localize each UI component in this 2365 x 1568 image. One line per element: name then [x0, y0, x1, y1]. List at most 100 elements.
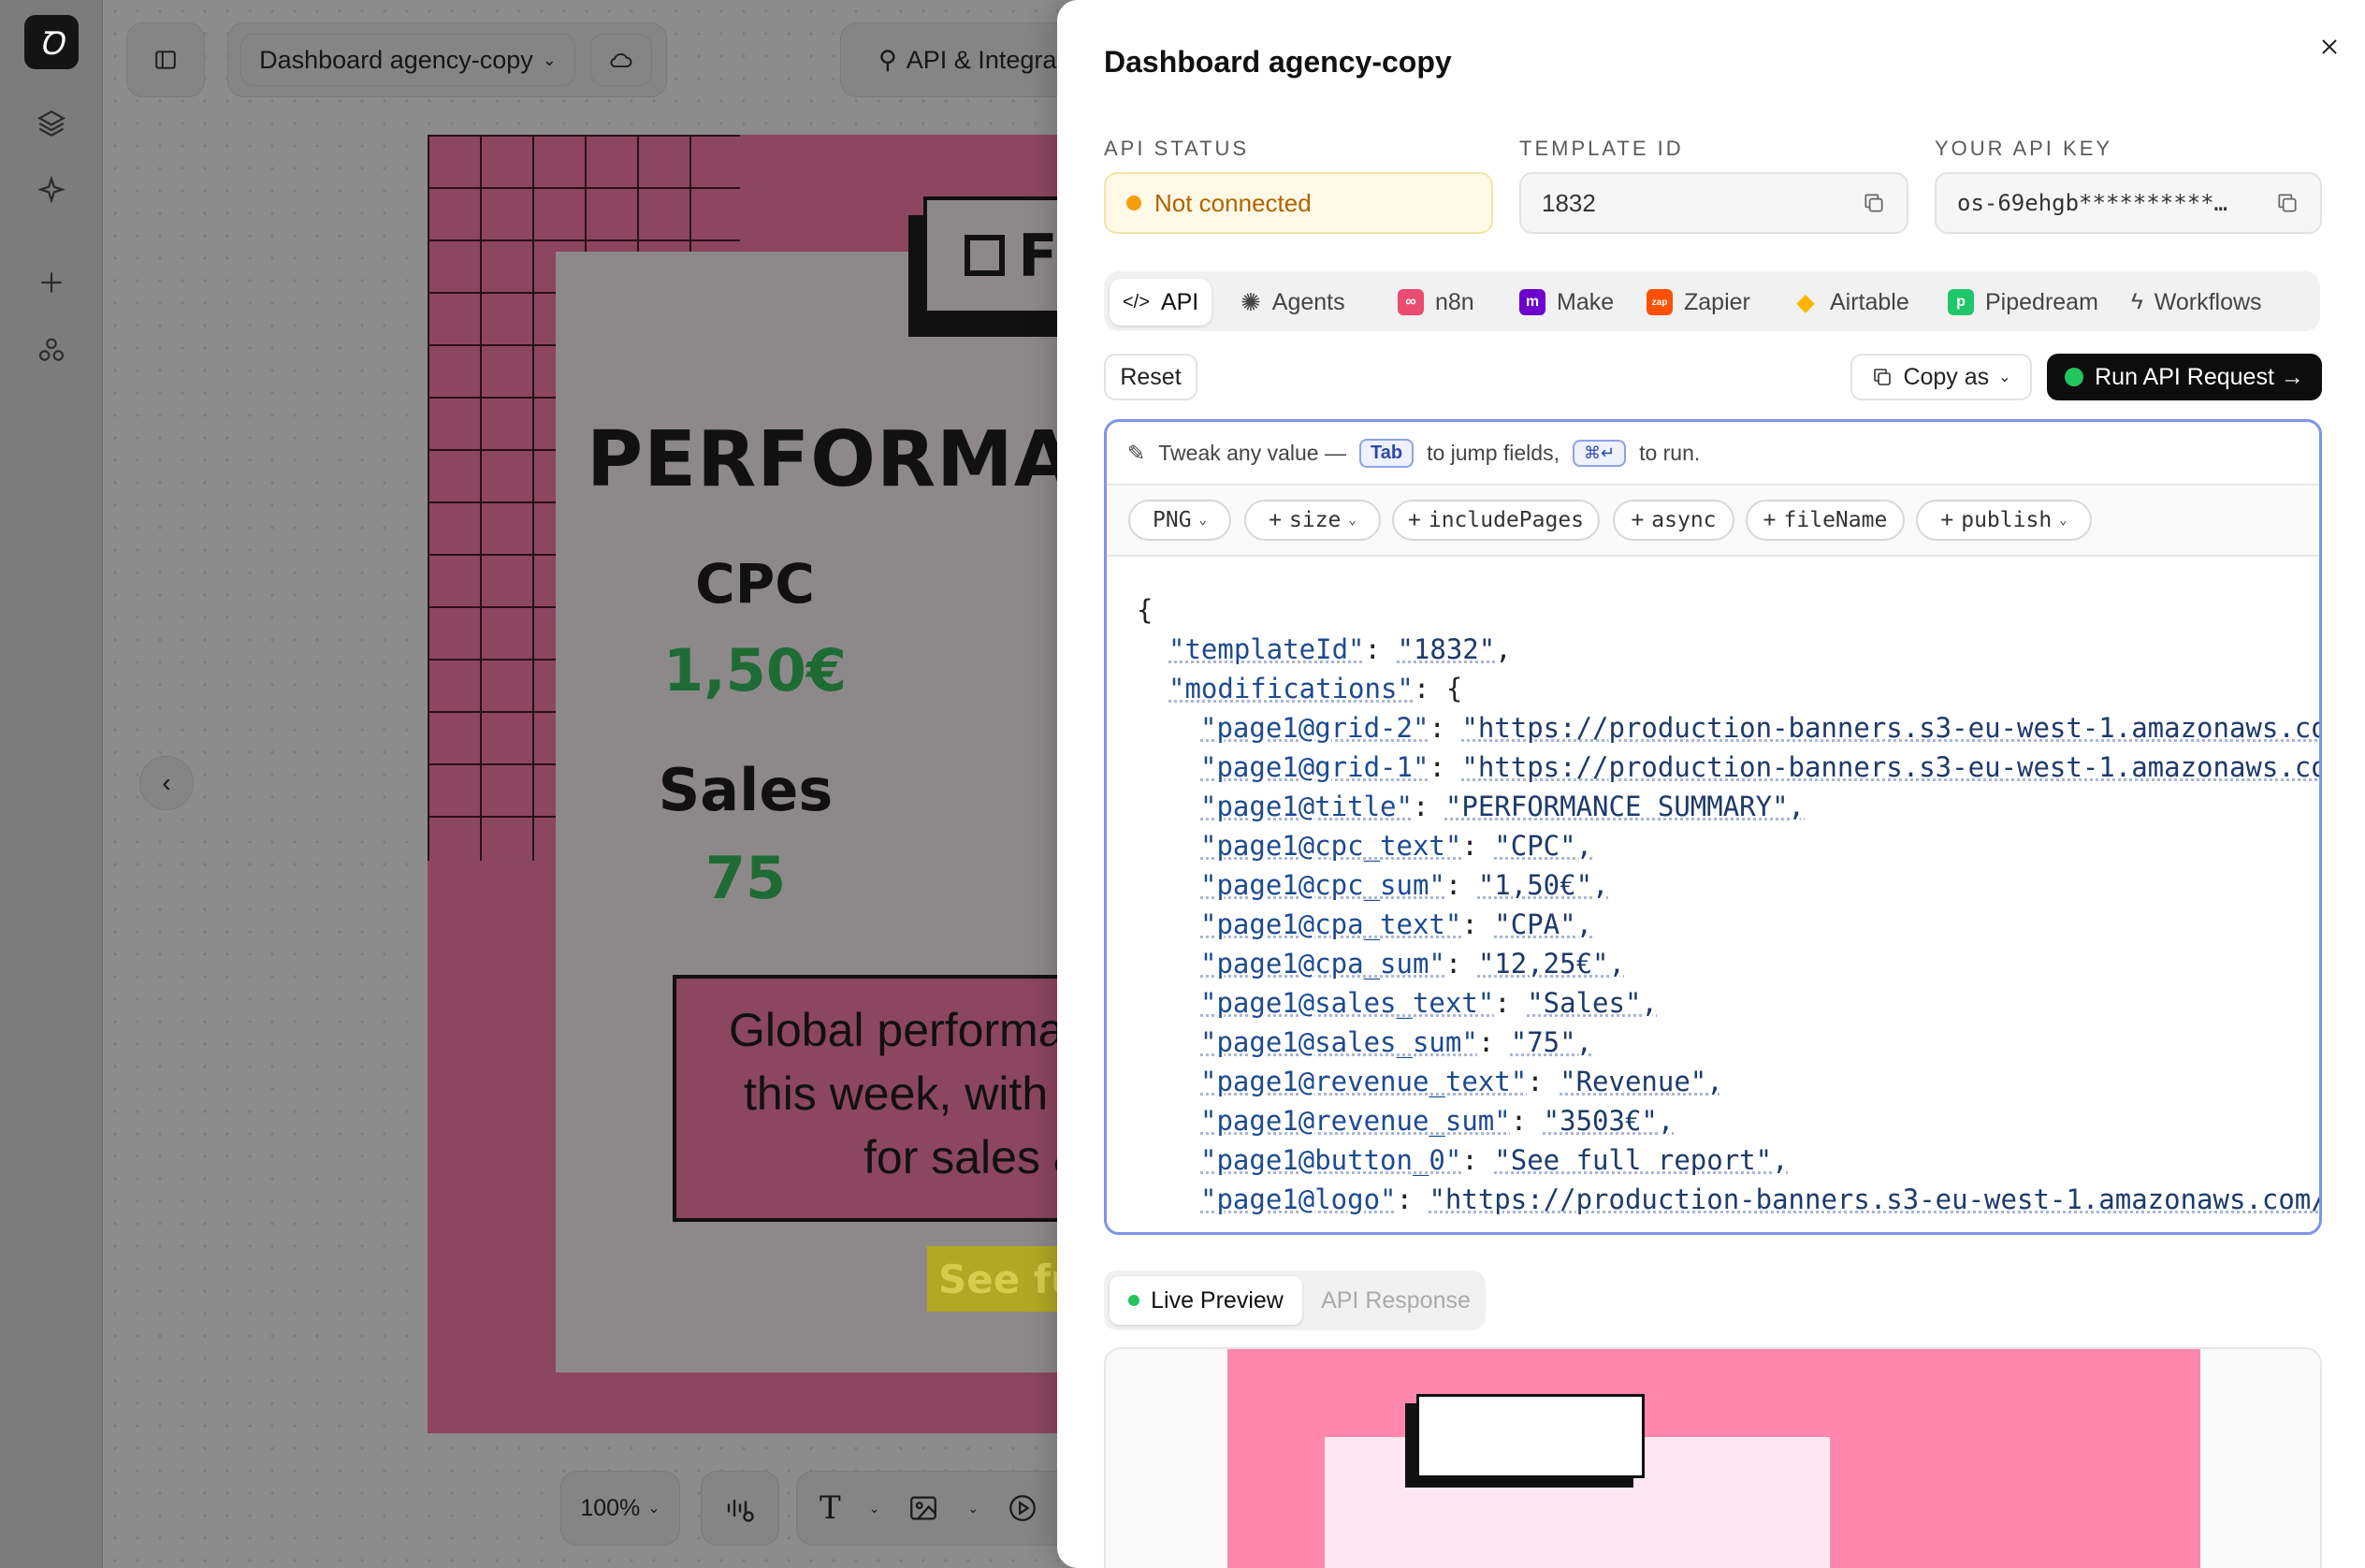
sparkle-icon[interactable] [31, 170, 72, 211]
copy-icon[interactable] [1862, 191, 1886, 215]
code-line: { [1137, 594, 1153, 626]
integration-tabs: </> API ✺ Agents ∞ n8n m Make zap Zapier ◆ Air… [1104, 271, 2320, 331]
code-key: "page1@grid-2" [1200, 712, 1429, 744]
template-id-value: 1832 [1542, 188, 1596, 217]
code-value[interactable]: "Sales", [1527, 987, 1658, 1019]
video-tool-icon[interactable] [1007, 1492, 1038, 1524]
chip-label: publish [1961, 508, 2053, 532]
async-chip[interactable]: + async [1613, 500, 1734, 541]
make-icon: m [1519, 289, 1545, 315]
code-value[interactable]: "PERFORMANCE SUMMARY", [1445, 791, 1805, 822]
filename-chip[interactable]: + fileName [1746, 500, 1905, 541]
code-value[interactable]: "https://production-banners.s3-eu-west-1… [1461, 712, 2319, 744]
code-key: "page1@grid-1" [1200, 751, 1429, 783]
code-line: "page1@sales_sum": "75", [1200, 1026, 1593, 1058]
code-line: "page1@button_0": "See full report", [1200, 1144, 1789, 1176]
code-key: "page1@cpc_sum" [1200, 869, 1445, 901]
chevron-down-icon: ⌄ [1998, 370, 2011, 385]
image-tool-icon[interactable] [907, 1492, 939, 1524]
code-value[interactable]: "75", [1511, 1026, 1592, 1058]
tab-key-badge: Tab [1359, 438, 1415, 468]
pipedream-icon: p [1948, 289, 1974, 315]
zoom-dropdown[interactable]: 100% ⌄ [560, 1471, 680, 1546]
request-editor[interactable]: ✎ Tweak any value — Tab to jump fields, … [1104, 419, 2322, 1235]
tab-zapier[interactable]: zap Zapier [1633, 279, 1763, 326]
chevron-down-icon[interactable]: ⌄ [967, 1501, 979, 1517]
zapier-icon: zap [1647, 289, 1673, 315]
sidebar-toggle-button[interactable] [126, 22, 205, 97]
pencil-icon: ✎ [1127, 440, 1146, 465]
plus-icon[interactable] [31, 262, 72, 303]
tab-live-preview[interactable]: Live Preview [1110, 1276, 1302, 1325]
copy-as-button[interactable]: Copy as ⌄ [1850, 354, 2032, 400]
code-line: "page1@cpa_text": "CPA", [1200, 908, 1593, 940]
tab-n8n[interactable]: ∞ n8n [1385, 279, 1487, 326]
copy-as-label: Copy as [1903, 363, 1990, 390]
components-icon[interactable] [31, 329, 72, 370]
audio-button[interactable] [701, 1471, 779, 1546]
cloud-sync-button[interactable] [590, 34, 652, 86]
hint-mid: to jump fields, [1427, 440, 1560, 465]
tab-api-response[interactable]: API Response [1312, 1276, 1480, 1325]
live-preview-frame [1104, 1347, 2322, 1568]
tab-workflows[interactable]: ϟ Workflows [2118, 279, 2275, 326]
code-value[interactable]: "See full report", [1494, 1144, 1788, 1176]
hint-prefix: Tweak any value — [1158, 440, 1346, 465]
code-value[interactable]: "3503€", [1544, 1105, 1675, 1137]
code-key: "page1@cpc_text" [1200, 830, 1462, 862]
tab-make[interactable]: m Make [1506, 279, 1627, 326]
template-id-label: TEMPLATE ID [1519, 137, 1684, 160]
code-value: "1832" [1397, 633, 1496, 665]
layers-icon[interactable] [31, 103, 72, 144]
api-key-field[interactable]: os-69ehgb**********… [1935, 172, 2322, 234]
chip-label: size [1289, 508, 1342, 532]
run-api-request-button[interactable]: Run API Request → [2047, 354, 2322, 400]
app-logo[interactable]: Ꝺ [24, 15, 79, 69]
publish-chip[interactable]: + publish ⌄ [1916, 500, 2092, 541]
code-value[interactable]: "Revenue", [1560, 1066, 1723, 1097]
tab-label: Pipedream [1985, 288, 2098, 315]
size-chip[interactable]: + size ⌄ [1244, 500, 1381, 541]
chevron-down-icon: ⌄ [1348, 513, 1357, 528]
template-id-field[interactable]: 1832 [1519, 172, 1908, 234]
tab-pipedream[interactable]: p Pipedream [1935, 279, 2111, 326]
cpc-value: 1,50€ [662, 636, 848, 704]
reset-button[interactable]: Reset [1104, 354, 1197, 400]
code-value[interactable]: "1,50€", [1478, 869, 1609, 901]
code-key: "modifications" [1168, 673, 1414, 704]
code-value[interactable]: "https://production-banners.s3-eu-west-1… [1429, 1183, 2319, 1215]
copy-icon[interactable] [2275, 191, 2300, 215]
run-shortcut-badge: ⌘↵ [1572, 439, 1627, 467]
left-rail: Ꝺ [0, 0, 103, 1568]
sales-value: 75 [704, 844, 787, 912]
design-artboard[interactable]: Finbo PERFORMANCE CPC 1,50€ Sales 75 Glo… [428, 135, 1167, 1433]
include-pages-chip[interactable]: + includePages [1392, 500, 1600, 541]
chip-label: PNG [1153, 508, 1192, 532]
chevron-down-icon[interactable]: ⌄ [869, 1501, 880, 1517]
doc-title: Dashboard agency-copy [259, 45, 533, 74]
close-button[interactable] [2311, 28, 2348, 65]
editor-canvas: Dashboard agency-copy ⌄ ⚲ API & Integrat… [104, 0, 1167, 1568]
code-value[interactable]: "CPC", [1494, 830, 1592, 862]
tab-label: Agents [1271, 288, 1345, 315]
tab-label: API [1160, 288, 1199, 315]
panel-title: Dashboard agency-copy [1104, 45, 1452, 79]
live-dot [1128, 1295, 1140, 1306]
tab-api[interactable]: </> API [1110, 279, 1212, 326]
close-icon [2322, 39, 2337, 54]
code-key: "page1@revenue_text" [1200, 1066, 1528, 1097]
cpc-label: CPC [695, 552, 815, 616]
doc-title-dropdown[interactable]: Dashboard agency-copy ⌄ [240, 34, 575, 86]
api-key-label: YOUR API KEY [1935, 137, 2113, 160]
text-tool-icon[interactable]: T [820, 1489, 841, 1527]
code-line: "modifications": { [1168, 673, 1463, 704]
tab-airtable[interactable]: ◆ Airtable [1779, 279, 1922, 326]
api-status-label: API STATUS [1104, 137, 1250, 160]
code-value[interactable]: "CPA", [1494, 908, 1592, 940]
code-value[interactable]: "12,25€", [1478, 948, 1625, 980]
code-value[interactable]: "https://production-banners.s3-eu-west-1… [1461, 751, 2319, 783]
prev-page-button[interactable]: ‹ [139, 756, 194, 810]
format-select[interactable]: PNG ⌄ [1128, 500, 1231, 541]
tab-agents[interactable]: ✺ Agents [1227, 279, 1358, 326]
code-key: "page1@sales_text" [1200, 987, 1495, 1019]
